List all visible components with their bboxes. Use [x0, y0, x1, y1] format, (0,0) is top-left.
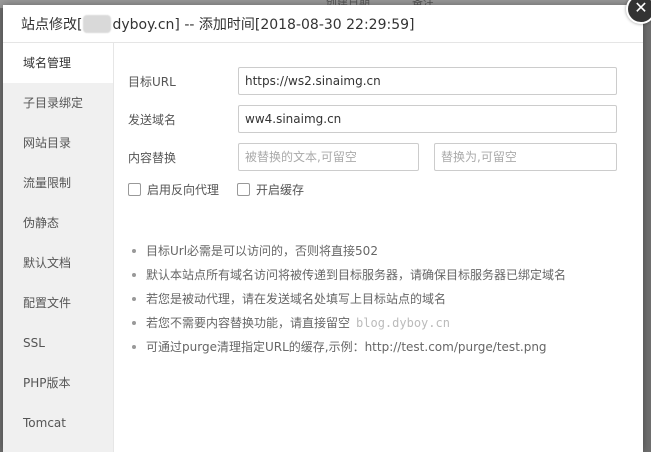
sidebar-item-config-file[interactable]: 配置文件 — [3, 283, 113, 323]
tips-list: 目标Url必需是可以访问的，否则将直接502 默认本站点所有域名访问将被传递到目… — [128, 239, 566, 359]
replace-from-input[interactable] — [238, 143, 419, 171]
watermark: blog.dyboy.cn — [356, 316, 450, 330]
tip-item: 可通过purge清理指定URL的缓存,示例：http://test.com/pu… — [128, 335, 566, 359]
dialog-title: 站点修改[ dyboy.cn] -- 添加时间[2018-08-30 22:29… — [3, 5, 643, 43]
proxy-settings-panel: 目标URL 发送域名 内容替换 启用反向代理 开启缓存 目标Url必需是可以访问… — [114, 43, 643, 452]
sidebar-item-traffic-limit[interactable]: 流量限制 — [3, 163, 113, 203]
enable-proxy-option[interactable]: 启用反向代理 — [128, 181, 219, 198]
dialog-title-prefix: 站点修改[ — [21, 16, 83, 33]
sidebar: 域名管理 子目录绑定 网站目录 流量限制 伪静态 默认文档 配置文件 SSL P… — [3, 43, 114, 452]
content-replace-row: 内容替换 — [128, 142, 617, 172]
tip-item: 默认本站点所有域名访问将被传递到目标服务器，请确保目标服务器已绑定域名 — [128, 263, 566, 287]
replace-to-input[interactable] — [434, 143, 617, 171]
options-row: 启用反向代理 开启缓存 — [128, 181, 322, 198]
sidebar-item-rewrite[interactable]: 伪静态 — [3, 203, 113, 243]
enable-cache-checkbox[interactable] — [237, 183, 251, 196]
enable-cache-label: 开启缓存 — [256, 183, 305, 197]
redacted-domain — [83, 14, 112, 33]
tip-item: 若您不需要内容替换功能，请直接留空 blog.dyboy.cn — [128, 311, 566, 335]
send-domain-input[interactable] — [238, 105, 617, 133]
sidebar-item-ssl[interactable]: SSL — [3, 323, 113, 363]
sidebar-item-tomcat[interactable]: Tomcat — [3, 403, 113, 443]
enable-proxy-checkbox[interactable] — [128, 183, 141, 196]
dialog-title-suffix: dyboy.cn] -- 添加时间[2018-08-30 22:29:59] — [112, 16, 415, 33]
send-domain-label: 发送域名 — [128, 112, 177, 127]
sidebar-item-subdir-binding[interactable]: 子目录绑定 — [3, 83, 113, 123]
sidebar-item-domain-manage[interactable]: 域名管理 — [3, 43, 113, 83]
tip-item: 目标Url必需是可以访问的，否则将直接502 — [128, 239, 566, 263]
content-replace-label: 内容替换 — [128, 150, 177, 165]
sidebar-item-default-document[interactable]: 默认文档 — [3, 243, 113, 283]
site-edit-dialog: 站点修改[ dyboy.cn] -- 添加时间[2018-08-30 22:29… — [3, 5, 643, 452]
enable-cache-option[interactable]: 开启缓存 — [237, 181, 304, 198]
target-url-label: 目标URL — [128, 74, 176, 89]
sidebar-item-php-version[interactable]: PHP版本 — [3, 363, 113, 403]
send-domain-row: 发送域名 — [128, 104, 617, 134]
enable-proxy-label: 启用反向代理 — [147, 183, 220, 197]
sidebar-item-site-directory[interactable]: 网站目录 — [3, 123, 113, 163]
target-url-row: 目标URL — [128, 66, 617, 96]
tip-item: 若您是被动代理，请在发送域名处填写上目标站点的域名 — [128, 287, 566, 311]
target-url-input[interactable] — [238, 67, 617, 95]
